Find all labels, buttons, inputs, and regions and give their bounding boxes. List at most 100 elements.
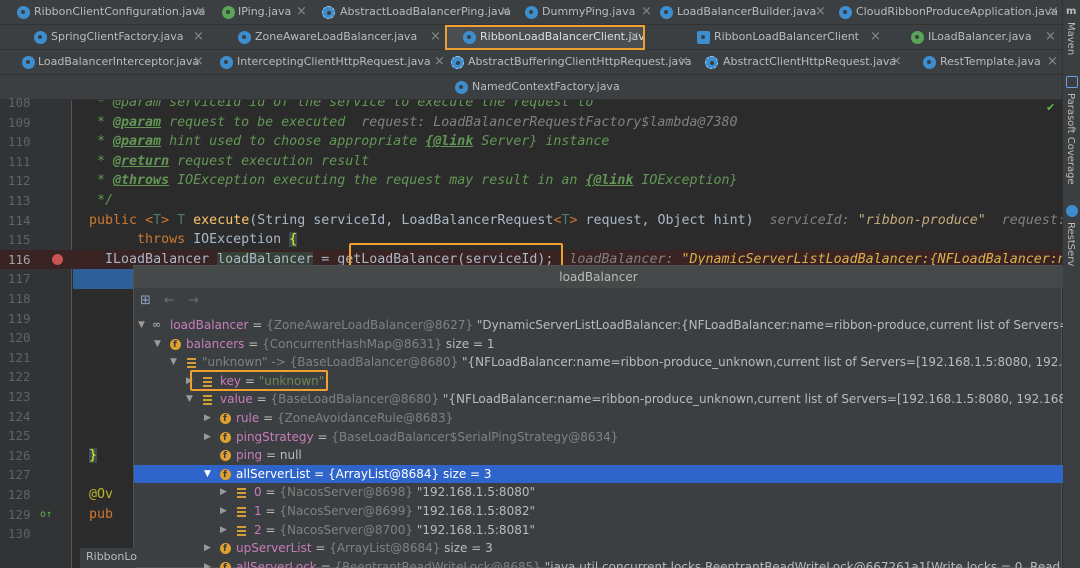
close-icon[interactable]: × bbox=[1047, 54, 1058, 69]
line-number: 121 bbox=[8, 349, 31, 365]
line-number-current[interactable]: 116 bbox=[0, 249, 72, 270]
close-icon[interactable]: × bbox=[870, 29, 881, 44]
close-icon[interactable]: × bbox=[1048, 4, 1059, 19]
inspection-popup: loadBalancer ⊞ ← → ▼ ∞ loadBalancer = {Z… bbox=[133, 265, 1063, 568]
collapsed-arrow-icon[interactable]: ▶ bbox=[220, 502, 227, 521]
field-icon bbox=[220, 559, 231, 568]
tree-node[interactable]: ▼ balancers = {ConcurrentHashMap@8631} s… bbox=[134, 335, 1063, 355]
map-entry-icon bbox=[186, 357, 197, 368]
rest-services-tool-button[interactable]: RestServ bbox=[1065, 222, 1076, 266]
tree-node[interactable]: ▶ rule = {ZoneAvoidanceRule@8683} bbox=[134, 409, 1063, 429]
tab-iping[interactable]: IPing.java × bbox=[210, 0, 310, 25]
tab-row-2: SpringClientFactory.java × ZoneAwareLoad… bbox=[0, 25, 1062, 50]
tab-zone-aware-load-balancer[interactable]: ZoneAwareLoadBalancer.java × bbox=[210, 25, 445, 50]
class-icon bbox=[660, 6, 673, 19]
interface-icon bbox=[911, 31, 924, 44]
line-number: 127 bbox=[8, 467, 31, 483]
code-line: * @param serviceId id of the service to … bbox=[73, 100, 594, 110]
field-icon bbox=[220, 410, 231, 429]
tab-ribbon-load-balancer-client-decompiled[interactable]: RibbonLoadBalancerClient × bbox=[645, 25, 885, 50]
tab-dummy-ping[interactable]: DummyPing.java × bbox=[515, 0, 655, 25]
tab-ribbon-client-configuration[interactable]: RibbonClientConfiguration.java × bbox=[0, 0, 210, 25]
collapsed-arrow-icon[interactable]: ▶ bbox=[204, 539, 211, 558]
forward-arrow-icon[interactable]: → bbox=[188, 293, 199, 308]
close-icon[interactable]: × bbox=[641, 4, 652, 19]
tab-intercepting-client-http-request[interactable]: InterceptingClientHttpRequest.java × bbox=[210, 50, 450, 75]
class-icon bbox=[455, 81, 468, 94]
tab-load-balancer-interceptor[interactable]: LoadBalancerInterceptor.java × bbox=[0, 50, 210, 75]
close-icon[interactable]: × bbox=[500, 4, 511, 19]
tree-node[interactable]: ▶ upServerList = {ArrayList@8684} size =… bbox=[134, 539, 1063, 559]
line-number: 112 bbox=[8, 173, 31, 189]
tab-ribbon-load-balancer-client-java[interactable]: RibbonLoadBalancerClient.java × bbox=[445, 25, 645, 50]
close-icon[interactable]: × bbox=[1045, 29, 1056, 44]
tree-node[interactable]: ▼ "unknown" -> {BaseLoadBalancer@8680} "… bbox=[134, 353, 1063, 372]
back-arrow-icon[interactable]: ← bbox=[164, 293, 175, 308]
interface-icon bbox=[222, 6, 235, 19]
tab-abstract-buffering-client-http-request[interactable]: AbstractBufferingClientHttpRequest.java … bbox=[450, 50, 695, 75]
close-icon[interactable]: × bbox=[434, 54, 445, 69]
tree-node[interactable]: ▶ pingStrategy = {BaseLoadBalancer$Seria… bbox=[134, 428, 1063, 448]
close-icon[interactable]: × bbox=[678, 54, 689, 69]
close-icon[interactable]: × bbox=[430, 29, 441, 44]
class-icon bbox=[525, 6, 538, 19]
editor-gutter: 108 109 110 111 112 113 114 115 116 117 … bbox=[0, 95, 72, 568]
tree-node[interactable]: ▶ allServerLock = {ReentrantReadWriteLoc… bbox=[134, 558, 1063, 568]
tree-node-selected[interactable]: ▼ allServerList = {ArrayList@8684} size … bbox=[134, 464, 1063, 484]
maven-icon: m bbox=[1066, 6, 1077, 17]
line-number: 118 bbox=[8, 291, 31, 306]
tab-named-context-factory[interactable]: NamedContextFactory.java bbox=[440, 75, 660, 100]
tree-view-icon[interactable]: ⊞ bbox=[140, 293, 151, 308]
override-icon[interactable]: o↑ bbox=[40, 509, 52, 520]
close-icon[interactable]: × bbox=[193, 29, 204, 44]
collapsed-arrow-icon[interactable]: ▶ bbox=[204, 558, 211, 568]
collapsed-arrow-icon[interactable]: ▶ bbox=[220, 483, 227, 502]
tab-cloud-ribbon-produce-application[interactable]: CloudRibbonProduceApplication.java × bbox=[830, 0, 1062, 25]
expanded-arrow-icon[interactable]: ▼ bbox=[204, 465, 211, 484]
checkmark-icon: ✔ bbox=[1046, 101, 1056, 114]
code-line: * @param request to be executed request:… bbox=[73, 114, 738, 130]
tab-rest-template[interactable]: RestTemplate.java × bbox=[910, 50, 1062, 75]
tab-label: AbstractBufferingClientHttpRequest.java bbox=[468, 55, 692, 68]
highlight-box-key bbox=[190, 370, 328, 391]
close-icon[interactable]: × bbox=[815, 4, 826, 19]
tree-node[interactable]: ▶ 1 = {NacosServer@8699} "192.168.1.5:80… bbox=[134, 502, 1063, 521]
tree-node[interactable]: ▼ ∞ loadBalancer = {ZoneAwareLoadBalance… bbox=[134, 316, 1063, 335]
breakpoint-icon[interactable] bbox=[52, 253, 63, 265]
tab-abstract-client-http-request[interactable]: AbstractClientHttpRequest.java × bbox=[695, 50, 910, 75]
expanded-arrow-icon[interactable]: ▼ bbox=[170, 353, 177, 372]
abstract-class-icon bbox=[705, 56, 718, 69]
tree-node[interactable]: ▶ 0 = {NacosServer@8698} "192.168.1.5:80… bbox=[134, 483, 1063, 502]
field-icon bbox=[170, 336, 181, 354]
close-icon[interactable]: × bbox=[629, 29, 640, 44]
collapsed-arrow-icon[interactable]: ▶ bbox=[220, 521, 227, 540]
parasoft-coverage-tool-button[interactable]: Parasoft Coverage bbox=[1065, 93, 1076, 185]
close-icon[interactable]: × bbox=[195, 4, 206, 19]
tab-row-3: LoadBalancerInterceptor.java × Intercept… bbox=[0, 50, 1062, 75]
expanded-arrow-icon[interactable]: ▼ bbox=[186, 390, 193, 409]
expanded-arrow-icon[interactable]: ▼ bbox=[138, 316, 145, 335]
bottom-panel-label[interactable]: RibbonLo bbox=[80, 548, 137, 568]
tab-abstract-load-balancer-ping[interactable]: AbstractLoadBalancerPing.java × bbox=[310, 0, 515, 25]
class-icon bbox=[34, 31, 47, 44]
line-number: 122 bbox=[8, 369, 31, 385]
collapsed-arrow-icon[interactable]: ▶ bbox=[204, 409, 211, 428]
line-number: 119 bbox=[8, 310, 31, 326]
tree-node[interactable]: ▼ value = {BaseLoadBalancer@8680} "{NFLo… bbox=[134, 390, 1063, 409]
expanded-arrow-icon[interactable]: ▼ bbox=[154, 335, 161, 354]
array-element-icon bbox=[236, 525, 247, 536]
value-icon bbox=[202, 394, 213, 405]
tab-spring-client-factory[interactable]: SpringClientFactory.java × bbox=[0, 25, 210, 50]
collapsed-arrow-icon[interactable]: ▶ bbox=[204, 428, 211, 447]
close-icon[interactable]: × bbox=[891, 54, 902, 69]
tab-label: RibbonLoadBalancerClient.java bbox=[480, 30, 645, 43]
tree-node[interactable]: ping = null bbox=[134, 446, 1063, 466]
maven-tool-button[interactable]: Maven bbox=[1065, 22, 1076, 55]
close-icon[interactable]: × bbox=[296, 4, 307, 19]
close-icon[interactable]: × bbox=[193, 54, 204, 69]
tab-label: AbstractClientHttpRequest.java bbox=[723, 55, 897, 68]
tree-node[interactable]: ▶ 2 = {NacosServer@8700} "192.168.1.5:80… bbox=[134, 521, 1063, 540]
tab-label: LoadBalancerInterceptor.java bbox=[38, 55, 200, 68]
tab-iload-balancer[interactable]: ILoadBalancer.java × bbox=[885, 25, 1062, 50]
tab-load-balancer-builder[interactable]: LoadBalancerBuilder.java × bbox=[655, 0, 830, 25]
